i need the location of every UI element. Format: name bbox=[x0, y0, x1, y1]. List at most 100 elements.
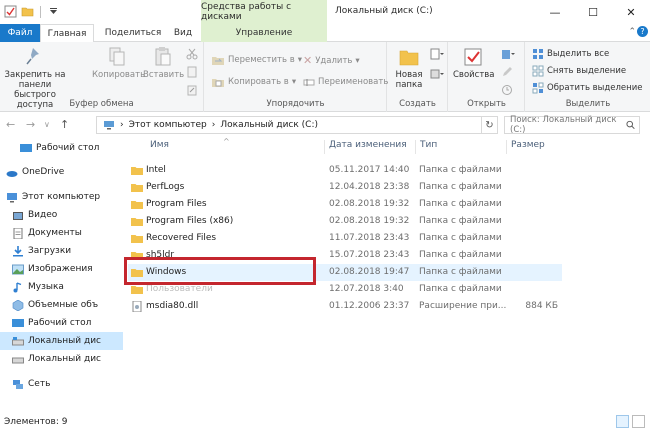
desktop-icon bbox=[20, 143, 32, 152]
video-icon bbox=[13, 211, 23, 220]
copy-to-button[interactable]: Копировать в ▾ bbox=[211, 76, 296, 88]
recent-locations-chevron-icon[interactable]: ∨ bbox=[44, 120, 50, 129]
help-icon[interactable]: ? bbox=[637, 26, 648, 37]
status-bar: Элементов: 9 bbox=[0, 412, 650, 431]
rename-icon bbox=[303, 79, 315, 86]
search-icon[interactable] bbox=[626, 120, 635, 130]
up-arrow-icon[interactable]: ↑ bbox=[60, 118, 69, 131]
computer-icon bbox=[104, 121, 114, 130]
copy-label: Копировать bbox=[92, 70, 146, 80]
column-header-name[interactable]: Имя bbox=[150, 140, 169, 150]
maximize-button[interactable]: ☐ bbox=[574, 0, 612, 24]
paste-button[interactable]: Вставить bbox=[143, 46, 185, 80]
tab-share[interactable]: Поделиться bbox=[98, 24, 168, 42]
invert-selection-button[interactable]: Обратить выделение bbox=[532, 82, 642, 94]
sidebar-item-onedrive[interactable]: OneDrive bbox=[0, 163, 123, 181]
sidebar-item-label: Загрузки bbox=[28, 246, 72, 256]
sidebar-item-downloads[interactable]: Загрузки bbox=[0, 242, 123, 260]
sidebar-item-music[interactable]: Музыка bbox=[0, 278, 123, 296]
tab-file[interactable]: Файл bbox=[0, 24, 40, 42]
new-folder-button[interactable]: Новая папка bbox=[392, 46, 426, 90]
onedrive-icon bbox=[6, 170, 18, 177]
new-group: Новая папка Создать bbox=[388, 42, 448, 112]
file-list: ^ Имя Дата изменения Тип Размер Intel 05… bbox=[124, 137, 650, 412]
move-to-button[interactable]: Переместить в ▾ bbox=[211, 54, 302, 66]
sidebar-item-pictures[interactable]: Изображения bbox=[0, 260, 123, 278]
large-icons-view-icon[interactable] bbox=[632, 415, 645, 428]
select-none-button[interactable]: Снять выделение bbox=[532, 65, 626, 77]
forward-arrow-icon[interactable]: → bbox=[26, 118, 35, 131]
ribbon-collapse-icon[interactable]: ⌃ bbox=[628, 27, 636, 37]
sidebar-item-documents[interactable]: Документы bbox=[0, 224, 123, 242]
delete-button[interactable]: ✕ Удалить ▾ bbox=[303, 54, 360, 67]
table-row[interactable]: Intel 05.11.2017 14:40 Папка с файлами bbox=[128, 162, 562, 179]
search-box[interactable]: Поиск: Локальный диск (C:) bbox=[504, 115, 640, 135]
new-item-icon[interactable] bbox=[430, 48, 444, 60]
customize-toolbar-icon[interactable] bbox=[47, 5, 60, 18]
sidebar-item-label: Локальный дис bbox=[28, 354, 102, 364]
file-name: Program Files bbox=[146, 199, 207, 209]
copy-path-icon[interactable] bbox=[186, 66, 198, 78]
paste-label: Вставить bbox=[143, 70, 185, 80]
file-date: 02.08.2018 19:32 bbox=[329, 199, 410, 209]
sidebar-item-local-disk[interactable]: Локальный дис bbox=[0, 350, 123, 368]
column-header-size[interactable]: Размер bbox=[511, 140, 545, 150]
open-icon[interactable] bbox=[501, 48, 515, 60]
details-view-icon[interactable] bbox=[616, 415, 629, 428]
file-date: 15.07.2018 23:43 bbox=[329, 250, 410, 260]
paste-shortcut-icon[interactable] bbox=[186, 84, 198, 96]
edit-icon[interactable] bbox=[501, 66, 513, 78]
properties-icon[interactable] bbox=[4, 5, 17, 18]
tab-manage[interactable]: Управление bbox=[201, 24, 327, 42]
back-arrow-icon[interactable]: ← bbox=[6, 118, 15, 131]
new-folder-icon bbox=[399, 50, 419, 66]
ribbon-tabs: Файл Главная Поделиться Вид Управление ⌃… bbox=[0, 24, 650, 43]
tab-view[interactable]: Вид bbox=[168, 24, 198, 42]
table-row[interactable]: Program Files (x86) 02.08.2018 19:32 Пап… bbox=[128, 213, 562, 230]
table-row[interactable]: msdia80.dll 01.12.2006 23:37 Расширение … bbox=[128, 298, 562, 315]
computer-icon bbox=[7, 192, 17, 202]
breadcrumb-this-pc[interactable]: Этот компьютер bbox=[129, 120, 207, 130]
sidebar-item-network[interactable]: Сеть bbox=[0, 375, 123, 393]
file-date: 02.08.2018 19:32 bbox=[329, 216, 410, 226]
new-folder-icon[interactable] bbox=[21, 5, 34, 18]
sidebar-item-3d-objects[interactable]: Объемные объ bbox=[0, 296, 123, 314]
column-header-type[interactable]: Тип bbox=[420, 140, 437, 150]
copy-button[interactable]: Копировать bbox=[92, 46, 146, 80]
table-row[interactable]: PerfLogs 12.04.2018 23:38 Папка с файлам… bbox=[128, 179, 562, 196]
file-type: Папка с файлами bbox=[419, 216, 502, 226]
sidebar-item-label: Локальный дис bbox=[28, 336, 102, 346]
address-bar[interactable]: › Этот компьютер › Локальный диск (C:) bbox=[96, 116, 482, 134]
cut-icon[interactable] bbox=[186, 48, 198, 60]
items-count: Элементов: 9 bbox=[4, 417, 68, 427]
sidebar-item-video[interactable]: Видео bbox=[0, 206, 123, 224]
file-type: Папка с файлами bbox=[419, 233, 502, 243]
minimize-button[interactable]: — bbox=[536, 0, 574, 24]
close-button[interactable]: ✕ bbox=[612, 0, 650, 24]
sidebar-item-local-disk-c[interactable]: Локальный дис bbox=[0, 332, 123, 350]
ribbon: Закрепить на панели быстрого доступа Коп… bbox=[0, 42, 650, 112]
breadcrumb-local-disk[interactable]: Локальный диск (C:) bbox=[220, 120, 318, 130]
file-name: Program Files (x86) bbox=[146, 216, 234, 226]
file-name: Intel bbox=[146, 165, 166, 175]
history-icon[interactable] bbox=[501, 84, 513, 96]
tab-home[interactable]: Главная bbox=[40, 24, 94, 43]
select-all-label: Выделить все bbox=[547, 49, 610, 59]
table-row[interactable]: Program Files 02.08.2018 19:32 Папка с ф… bbox=[128, 196, 562, 213]
file-date: 12.04.2018 23:38 bbox=[329, 182, 410, 192]
select-all-button[interactable]: Выделить все bbox=[532, 48, 609, 60]
sidebar-item-desktop-quick[interactable]: Рабочий стол bbox=[0, 139, 123, 157]
table-row[interactable]: Recovered Files 11.07.2018 23:43 Папка с… bbox=[128, 230, 562, 247]
properties-button[interactable]: Свойства bbox=[453, 46, 495, 80]
sidebar-item-desktop[interactable]: Рабочий стол bbox=[0, 314, 123, 332]
refresh-icon[interactable]: ↻ bbox=[482, 116, 498, 134]
sidebar-item-this-pc[interactable]: Этот компьютер bbox=[0, 188, 123, 206]
column-separator[interactable] bbox=[324, 140, 325, 154]
rename-button[interactable]: Переименовать bbox=[303, 76, 388, 88]
search-input[interactable]: Поиск: Локальный диск (C:) bbox=[510, 115, 626, 135]
delete-icon: ✕ bbox=[303, 54, 313, 67]
column-header-date[interactable]: Дата изменения bbox=[329, 140, 407, 150]
column-separator[interactable] bbox=[506, 140, 507, 154]
column-separator[interactable] bbox=[415, 140, 416, 154]
easy-access-icon[interactable] bbox=[430, 68, 444, 80]
